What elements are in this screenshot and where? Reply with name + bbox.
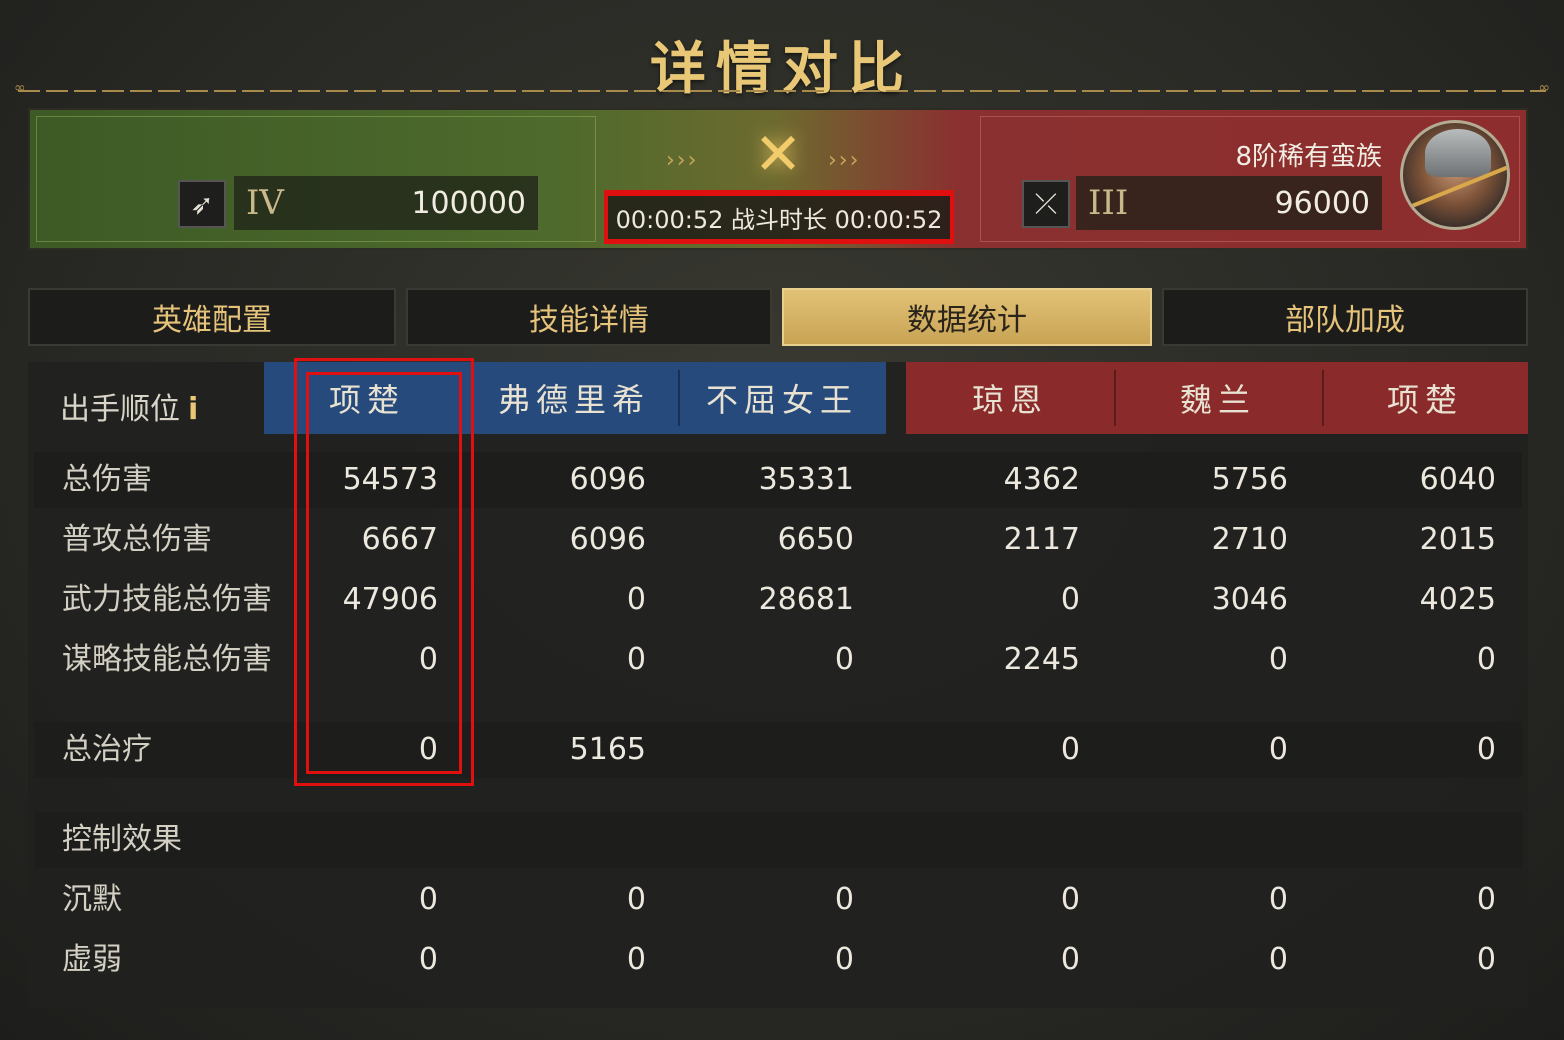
table-cell: 0	[626, 882, 646, 917]
section-header: 控制效果	[34, 812, 1522, 868]
table-cell: 0	[1060, 942, 1080, 977]
divider	[1114, 370, 1116, 426]
divider	[678, 370, 680, 426]
tab-skill-details[interactable]: 技能详情	[406, 288, 772, 346]
table-cell: 28681	[758, 582, 854, 617]
tab-data-stats[interactable]: 数据统计	[782, 288, 1152, 346]
page-title: 详情对比	[650, 36, 914, 102]
ally-rank-box: IV 100000	[234, 176, 538, 230]
row-label: 普攻总伤害	[62, 522, 212, 557]
table-cell: 0	[1268, 642, 1288, 677]
table-cell: 6650	[777, 522, 854, 557]
table-cell: 0	[1060, 732, 1080, 767]
enemy-title: 8阶稀有蛮族	[1235, 142, 1382, 172]
tab-hero-config[interactable]: 英雄配置	[28, 288, 396, 346]
table-row: 总伤害 54573 6096 35331 4362 5756 6040	[34, 452, 1522, 508]
table-cell: 0	[1476, 732, 1496, 767]
table-cell: 0	[1268, 882, 1288, 917]
bow-icon: ⤫	[1022, 180, 1070, 228]
info-icon[interactable]: i	[188, 392, 198, 427]
table-cell: 5165	[569, 732, 646, 767]
highlight-column	[294, 358, 474, 786]
row-label: 总伤害	[62, 462, 152, 497]
table-cell: 0	[1476, 882, 1496, 917]
table-cell: 0	[1060, 582, 1080, 617]
table-cell: 2117	[1003, 522, 1080, 557]
row-label: 武力技能总伤害	[62, 582, 272, 617]
row-label: 谋略技能总伤害	[62, 642, 272, 677]
divider	[1322, 370, 1324, 426]
table-row: 沉默 0 0 0 0 0 0	[34, 872, 1522, 928]
row-label: 总治疗	[62, 732, 152, 767]
section-label: 控制效果	[62, 822, 182, 857]
highlight-inner	[306, 372, 462, 774]
table-cell: 5756	[1211, 462, 1288, 497]
table-cell: 0	[626, 582, 646, 617]
ally-troops: 100000	[411, 185, 526, 221]
order-label-text: 出手顺位	[60, 392, 180, 427]
table-cell: 6096	[569, 462, 646, 497]
order-label: 出手顺位 i	[60, 384, 198, 428]
hero-header[interactable]: 项楚	[1322, 362, 1528, 434]
enemy-avatar[interactable]	[1400, 120, 1510, 230]
table-cell: 0	[1268, 732, 1288, 767]
hero-header[interactable]: 魏兰	[1114, 362, 1322, 434]
table-cell: 0	[834, 642, 854, 677]
table-cell: 6040	[1419, 462, 1496, 497]
hero-header[interactable]: 不屈女王	[678, 362, 886, 434]
arrows-left-icon: ›››	[666, 148, 699, 173]
table-cell: 2245	[1003, 642, 1080, 677]
table-cell: 2710	[1211, 522, 1288, 557]
enemy-troops: 96000	[1274, 185, 1370, 221]
table-cell: 0	[626, 642, 646, 677]
table-row: 谋略技能总伤害 0 0 0 2245 0 0	[34, 632, 1522, 688]
table-cell: 3046	[1211, 582, 1288, 617]
table-cell: 0	[1476, 642, 1496, 677]
enemy-rank-box: III 96000	[1076, 176, 1382, 230]
battle-duration: 00:00:52 战斗时长 00:00:52	[604, 190, 954, 244]
battle-header: ➶ IV 100000 ››› ✕ ››› 00:00:52 战斗时长 00:0…	[28, 108, 1528, 250]
table-cell: 0	[834, 942, 854, 977]
table-cell: 0	[418, 882, 438, 917]
spear-icon: ➶	[178, 180, 226, 228]
title-divider	[14, 80, 1550, 96]
table-cell: 0	[1476, 942, 1496, 977]
table-row: 总治疗 0 5165 0 0 0	[34, 722, 1522, 778]
row-label: 虚弱	[62, 942, 122, 977]
stats-table: 出手顺位 i 项楚 弗德里希 不屈女王 琼恩 魏兰 项楚 总伤害 54573 60…	[28, 362, 1528, 1008]
table-row: 虚弱 0 0 0 0 0 0	[34, 932, 1522, 988]
table-cell: 0	[1268, 942, 1288, 977]
table-cell: 0	[626, 942, 646, 977]
ally-rank: IV	[246, 183, 284, 223]
enemy-rank: III	[1088, 183, 1129, 223]
table-row: 普攻总伤害 6667 6096 6650 2117 2710 2015	[34, 512, 1522, 568]
duration-text: 00:00:52 战斗时长 00:00:52	[604, 192, 954, 242]
crossed-swords-icon: ✕	[753, 120, 803, 188]
tab-troop-bonus[interactable]: 部队加成	[1162, 288, 1528, 346]
table-row: 武力技能总伤害 47906 0 28681 0 3046 4025	[34, 572, 1522, 628]
hero-header[interactable]: 弗德里希	[470, 362, 678, 434]
arrows-right-icon: ›››	[828, 148, 861, 173]
table-cell: 0	[418, 942, 438, 977]
table-cell: 2015	[1419, 522, 1496, 557]
row-label: 沉默	[62, 882, 122, 917]
helmet-icon	[1425, 129, 1491, 177]
table-cell: 4025	[1419, 582, 1496, 617]
table-cell: 35331	[758, 462, 854, 497]
table-cell: 6096	[569, 522, 646, 557]
table-cell: 4362	[1003, 462, 1080, 497]
table-cell: 0	[1060, 882, 1080, 917]
hero-header[interactable]: 琼恩	[906, 362, 1114, 434]
table-cell: 0	[834, 882, 854, 917]
